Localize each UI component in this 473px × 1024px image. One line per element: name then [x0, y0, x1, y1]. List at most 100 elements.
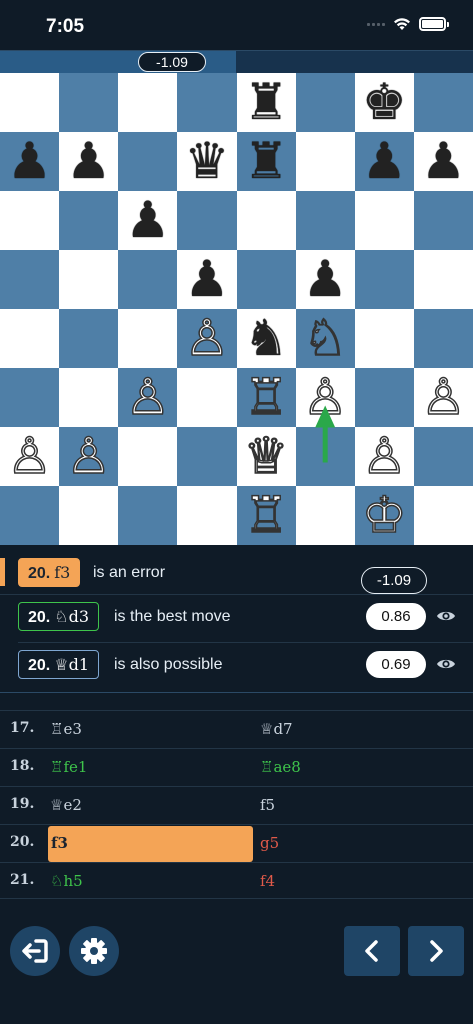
- white-king-g1[interactable]: ♔: [355, 485, 414, 545]
- error-move-chip[interactable]: 20. f3: [18, 558, 81, 587]
- square-f2[interactable]: [295, 427, 355, 486]
- black-king-g8[interactable]: ♚: [355, 73, 414, 132]
- square-b8[interactable]: [59, 73, 119, 132]
- black-move[interactable]: f5: [260, 796, 275, 814]
- square-c7[interactable]: [118, 132, 178, 191]
- square-d2[interactable]: [177, 427, 237, 486]
- square-g3[interactable]: [354, 368, 414, 427]
- square-h1[interactable]: [413, 486, 473, 545]
- black-pawn-h7[interactable]: ♟: [414, 132, 473, 191]
- square-h5[interactable]: [413, 250, 473, 309]
- square-d8[interactable]: [177, 73, 237, 132]
- black-move[interactable]: g5: [260, 834, 279, 852]
- move-row[interactable]: 19. ♕e2 f5: [0, 786, 473, 823]
- square-f7[interactable]: [295, 132, 355, 191]
- alt-score-badge: 0.69: [366, 651, 426, 678]
- white-queen-e2[interactable]: ♕: [237, 426, 296, 486]
- status-bar: 7:05: [0, 0, 473, 50]
- square-b6[interactable]: [59, 191, 119, 250]
- square-e6[interactable]: [236, 191, 296, 250]
- black-pawn-a7[interactable]: ♟: [0, 132, 59, 191]
- square-h6[interactable]: [413, 191, 473, 250]
- square-e5[interactable]: [236, 250, 296, 309]
- square-h4[interactable]: [413, 309, 473, 368]
- square-c4[interactable]: [118, 309, 178, 368]
- current-move-highlight[interactable]: f3: [48, 826, 253, 862]
- move-row[interactable]: 18. ♖fe1 ♖ae8: [0, 748, 473, 785]
- square-f6[interactable]: [295, 191, 355, 250]
- white-move[interactable]: ♖fe1: [50, 758, 87, 776]
- eye-icon[interactable]: [436, 606, 456, 626]
- square-a1[interactable]: [0, 486, 60, 545]
- white-pawn-a2[interactable]: ♙: [0, 426, 59, 486]
- square-g4[interactable]: [354, 309, 414, 368]
- best-score-badge: 0.86: [366, 603, 426, 630]
- white-move[interactable]: f3: [51, 834, 68, 852]
- white-pawn-b2[interactable]: ♙: [59, 426, 118, 486]
- white-pawn-d4[interactable]: ♙: [177, 308, 236, 368]
- square-a3[interactable]: [0, 368, 60, 427]
- chess-board[interactable]: ♜ ♚ ♟ ♟ ♛ ♜ ♟ ♟ ♟ ♟ ♟ ♙ ♞ ♘ ♙ ♖ ♙ ♙ ♙ ♙ ♕ ♙ ♖ ♔: [0, 73, 473, 545]
- best-move-chip[interactable]: 20. ♘d3: [18, 602, 100, 631]
- square-a8[interactable]: [0, 73, 60, 132]
- white-pawn-g2[interactable]: ♙: [355, 426, 414, 486]
- square-a6[interactable]: [0, 191, 60, 250]
- square-c8[interactable]: [118, 73, 178, 132]
- square-b4[interactable]: [59, 309, 119, 368]
- square-d1[interactable]: [177, 486, 237, 545]
- white-rook-e1[interactable]: ♖: [237, 485, 296, 545]
- square-d3[interactable]: [177, 368, 237, 427]
- black-pawn-d5[interactable]: ♟: [177, 250, 236, 309]
- analysis-error-row: 20. f3 is an error -1.09: [0, 554, 473, 594]
- chevron-right-icon: [430, 940, 443, 962]
- settings-button[interactable]: [69, 926, 119, 976]
- square-h2[interactable]: [413, 427, 473, 486]
- black-queen-d7[interactable]: ♛: [177, 132, 236, 191]
- black-pawn-c6[interactable]: ♟: [118, 191, 177, 250]
- alt-move-chip[interactable]: 20. ♕d1: [18, 650, 100, 679]
- next-move-button[interactable]: [408, 926, 464, 976]
- square-b1[interactable]: [59, 486, 119, 545]
- white-pawn-f3[interactable]: ♙: [296, 367, 355, 427]
- white-rook-e3[interactable]: ♖: [237, 367, 296, 427]
- black-rook-e8[interactable]: ♜: [237, 73, 296, 132]
- white-move[interactable]: ♘h5: [50, 872, 83, 890]
- square-g6[interactable]: [354, 191, 414, 250]
- square-c1[interactable]: [118, 486, 178, 545]
- white-pawn-c3[interactable]: ♙: [118, 367, 177, 427]
- move-row[interactable]: 21. ♘h5 f4: [0, 862, 473, 899]
- white-move[interactable]: ♖e3: [50, 720, 82, 738]
- square-f8[interactable]: [295, 73, 355, 132]
- black-move[interactable]: ♕d7: [260, 720, 293, 738]
- square-a4[interactable]: [0, 309, 60, 368]
- black-move[interactable]: ♖ae8: [260, 758, 301, 776]
- move-row[interactable]: 17. ♖e3 ♕d7: [0, 710, 473, 747]
- square-c2[interactable]: [118, 427, 178, 486]
- exit-button[interactable]: [10, 926, 60, 976]
- square-c5[interactable]: [118, 250, 178, 309]
- black-pawn-f5[interactable]: ♟: [296, 250, 355, 309]
- white-knight-f4[interactable]: ♘: [296, 308, 355, 368]
- white-move[interactable]: ♕e2: [50, 796, 82, 814]
- square-d6[interactable]: [177, 191, 237, 250]
- status-time: 7:05: [46, 16, 85, 37]
- black-pawn-g7[interactable]: ♟: [355, 132, 414, 191]
- move-row-current[interactable]: 20. f3 g5: [0, 824, 473, 862]
- black-rook-e7[interactable]: ♜: [237, 132, 296, 191]
- previous-move-button[interactable]: [344, 926, 400, 976]
- square-b5[interactable]: [59, 250, 119, 309]
- black-pawn-b7[interactable]: ♟: [59, 132, 118, 191]
- square-h8[interactable]: [413, 73, 473, 132]
- analysis-best-row[interactable]: 20. ♘d3 is the best move 0.86: [0, 602, 473, 638]
- square-g5[interactable]: [354, 250, 414, 309]
- black-move[interactable]: f4: [260, 872, 275, 890]
- white-pawn-h3[interactable]: ♙: [414, 367, 473, 427]
- square-a5[interactable]: [0, 250, 60, 309]
- square-b3[interactable]: [59, 368, 119, 427]
- black-knight-e4[interactable]: ♞: [237, 309, 296, 368]
- eye-icon[interactable]: [436, 654, 456, 674]
- square-f1[interactable]: [295, 486, 355, 545]
- analysis-alt-row[interactable]: 20. ♕d1 is also possible 0.69: [0, 650, 473, 686]
- alt-move-text: is also possible: [114, 656, 223, 673]
- status-icons: [367, 17, 449, 31]
